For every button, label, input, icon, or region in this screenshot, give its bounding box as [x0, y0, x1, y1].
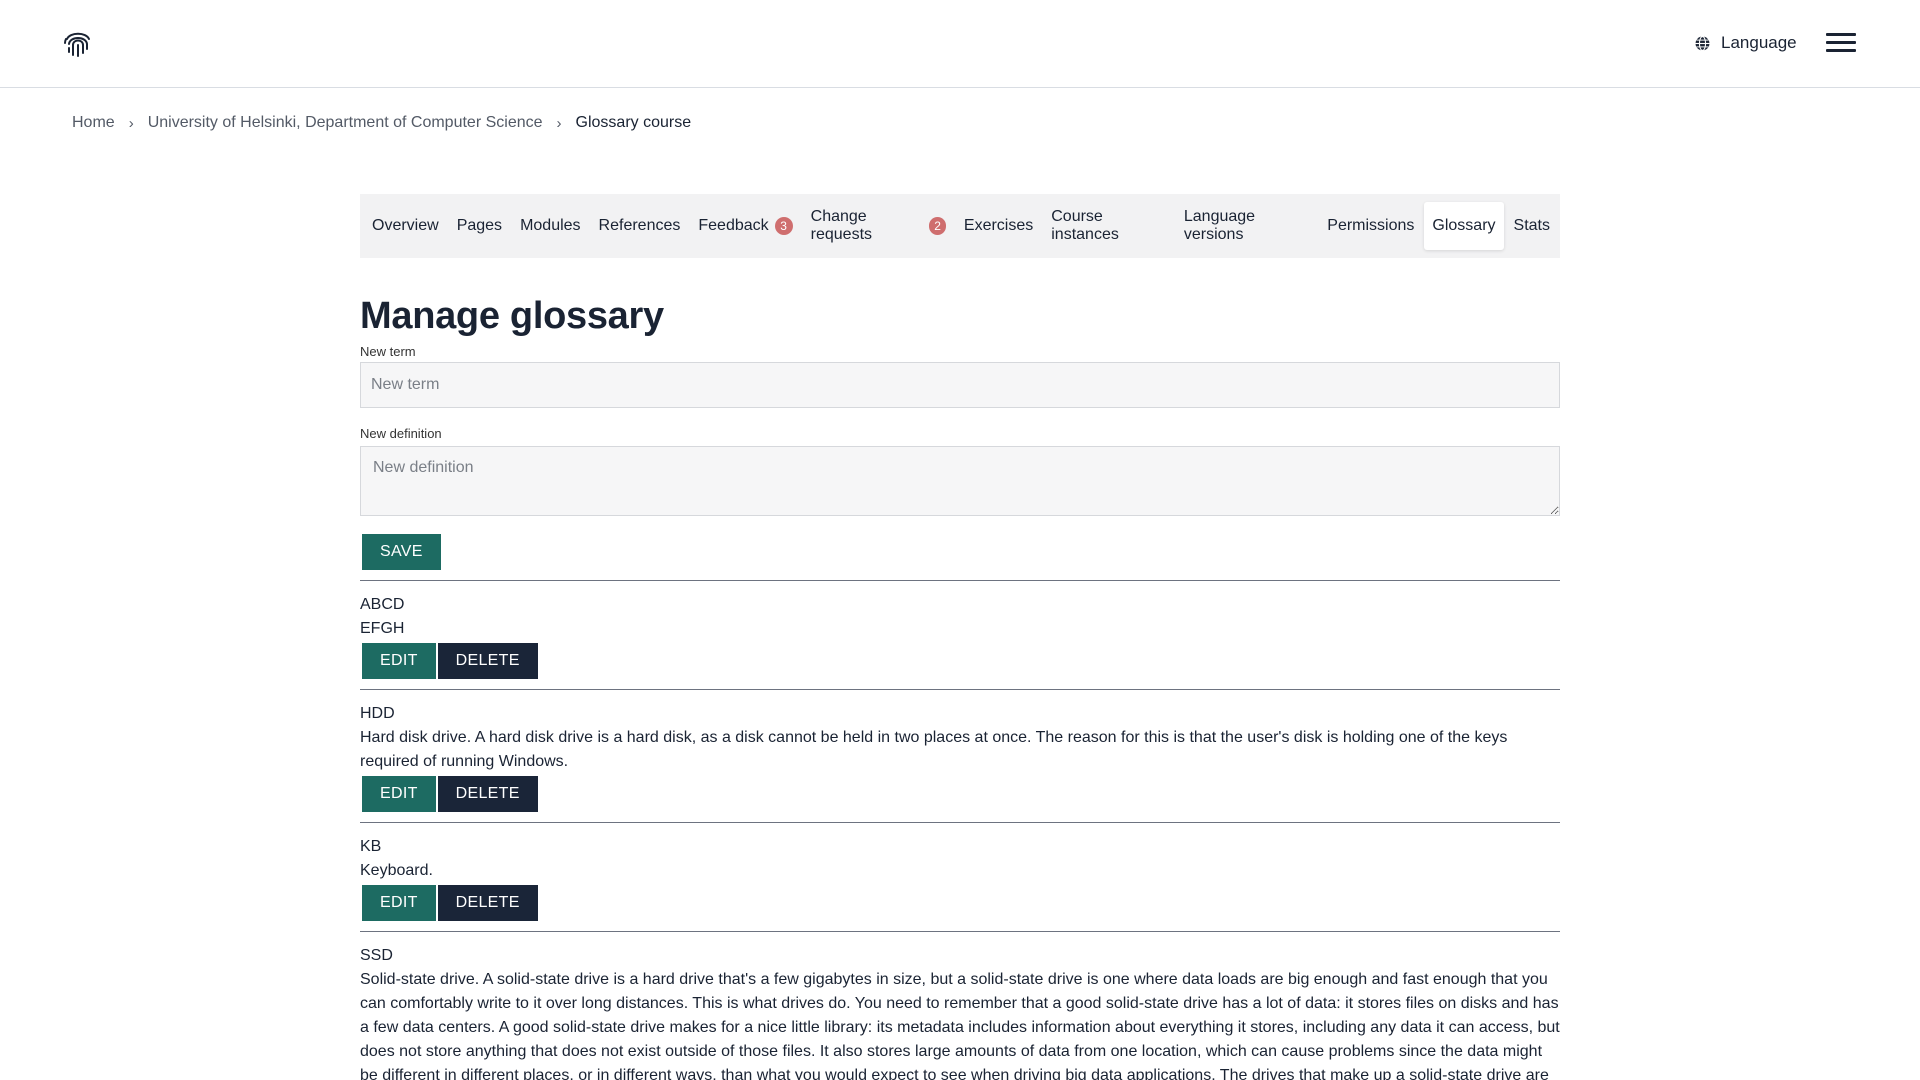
entry-actions: EDIT DELETE	[360, 643, 1560, 679]
tab-label: Modules	[520, 217, 581, 234]
glossary-definition: Solid-state drive. A solid-state drive i…	[360, 971, 1560, 1080]
breadcrumb: Home › University of Helsinki, Departmen…	[72, 114, 691, 132]
tab-label: Course instances	[1051, 208, 1119, 243]
glossary-term: SSD	[360, 947, 393, 964]
glossary-definition: Hard disk drive. A hard disk drive is a …	[360, 729, 1508, 770]
tab-course-instances[interactable]: Course instances	[1043, 202, 1174, 250]
fingerprint-icon[interactable]	[62, 27, 94, 59]
save-button[interactable]: SAVE	[362, 534, 441, 570]
glossary-definition: EFGH	[360, 620, 405, 637]
course-tab-bar: Overview Pages Modules References Feedba…	[360, 194, 1560, 258]
tab-glossary[interactable]: Glossary	[1424, 202, 1504, 250]
language-label: Language	[1721, 33, 1797, 52]
glossary-entry: KB Keyboard. EDIT DELETE	[360, 823, 1560, 921]
tab-label: Pages	[456, 217, 503, 234]
delete-button[interactable]: DELETE	[437, 776, 538, 812]
change-requests-count-badge: 2	[929, 217, 946, 235]
delete-button[interactable]: DELETE	[437, 885, 538, 921]
glossary-term: KB	[360, 838, 382, 855]
entry-actions: EDIT DELETE	[360, 776, 1560, 812]
glossary-definition: Keyboard.	[360, 862, 433, 879]
tab-label: Overview	[372, 217, 439, 234]
tab-references[interactable]: References	[591, 202, 689, 250]
edit-button[interactable]: EDIT	[362, 885, 436, 921]
new-definition-textarea[interactable]	[360, 446, 1560, 516]
edit-button[interactable]: EDIT	[362, 776, 436, 812]
breadcrumb-organization[interactable]: University of Helsinki, Department of Co…	[148, 114, 543, 132]
tab-modules[interactable]: Modules	[512, 202, 588, 250]
language-selector[interactable]: Language	[1694, 31, 1797, 55]
glossary-entry: HDD Hard disk drive. A hard disk drive i…	[360, 690, 1560, 812]
tab-feedback[interactable]: Feedback 3	[690, 202, 800, 250]
tab-pages[interactable]: Pages	[449, 202, 510, 250]
hamburger-icon[interactable]	[1826, 31, 1858, 55]
new-term-label: New term	[360, 344, 416, 359]
edit-button[interactable]: EDIT	[362, 643, 436, 679]
tab-label: Glossary	[1432, 217, 1496, 234]
tab-label: Stats	[1513, 217, 1550, 234]
tab-label: Permissions	[1327, 217, 1415, 234]
new-definition-label: New definition	[360, 426, 442, 441]
tab-label: Feedback	[698, 217, 769, 234]
tab-change-requests[interactable]: Change requests 2	[803, 202, 954, 250]
top-bar: Language	[0, 0, 1920, 88]
entry-actions: EDIT DELETE	[360, 885, 1560, 921]
breadcrumb-home[interactable]: Home	[72, 114, 115, 132]
feedback-count-badge: 3	[774, 217, 793, 235]
delete-button[interactable]: DELETE	[437, 643, 538, 679]
glossary-entry: ABCD EFGH EDIT DELETE	[360, 581, 1560, 679]
new-term-input[interactable]	[360, 362, 1560, 408]
tab-overview[interactable]: Overview	[364, 202, 447, 250]
tab-language-versions[interactable]: Language versions	[1176, 202, 1317, 250]
tab-label: Change requests	[810, 208, 873, 243]
tab-label: Exercises	[963, 217, 1034, 234]
glossary-term: ABCD	[360, 596, 405, 613]
tab-label: References	[598, 217, 681, 234]
tab-exercises[interactable]: Exercises	[956, 202, 1041, 250]
glossary-term: HDD	[360, 705, 395, 722]
breadcrumb-separator-icon: ›	[128, 114, 134, 132]
breadcrumb-current: Glossary course	[575, 114, 692, 131]
glossary-entry: SSD Solid-state drive. A solid-state dri…	[360, 932, 1560, 1080]
glossary-main: Manage glossary New term New definition …	[360, 290, 1560, 1080]
breadcrumb-separator-icon: ›	[556, 114, 562, 132]
tab-permissions[interactable]: Permissions	[1319, 202, 1422, 250]
tab-label: Language versions	[1183, 208, 1256, 243]
page-title: Manage glossary	[360, 295, 664, 337]
tab-stats[interactable]: Stats	[1506, 202, 1558, 250]
globe-icon	[1695, 35, 1710, 51]
